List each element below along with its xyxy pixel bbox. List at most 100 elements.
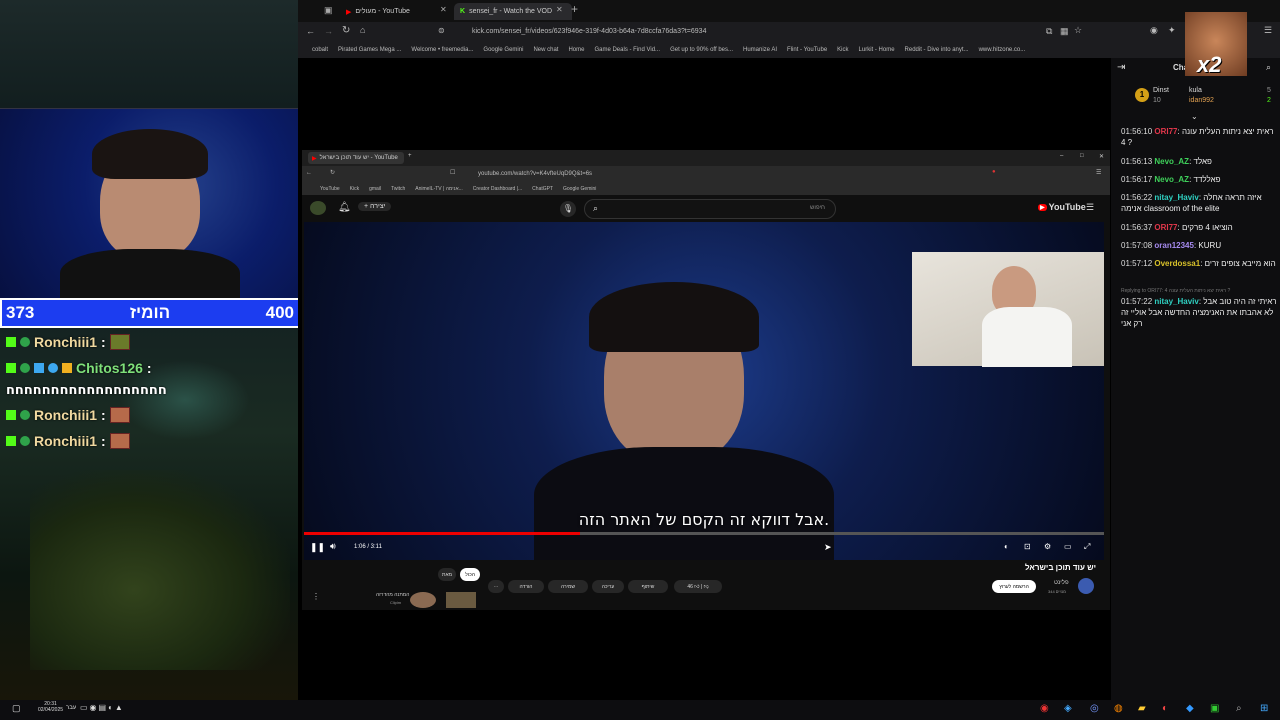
tab-actions-icon[interactable]: ▣ (324, 5, 333, 16)
share-icon[interactable]: ⧉ (1046, 26, 1052, 37)
notification-icon[interactable]: ▢ (12, 703, 21, 714)
browser-tab-bar: ▣ ▶ מעולים - YouTube ✕ K sensei_fr - Wat… (298, 0, 1280, 22)
related-thumbnail (446, 592, 476, 608)
related-title: המתנה מהדרזה (376, 592, 410, 598)
discord-icon[interactable]: ◎ (1090, 703, 1099, 714)
inner-bookmark: Kick (349, 186, 360, 192)
bookmark-item[interactable]: Welcome • freemedia... (411, 47, 473, 53)
share-button: שיתוף (628, 580, 668, 593)
vpn-icon[interactable]: ◆ (1186, 703, 1194, 714)
message-time: 01:56:22 (1121, 193, 1153, 202)
youtube-search-box: ⌕ חיפוש (584, 199, 836, 219)
start-icon[interactable]: ⊞ (1260, 703, 1268, 714)
bookmark-item[interactable]: Get up to 90% off bes... (670, 47, 733, 53)
app2-icon[interactable]: ▣ (1210, 703, 1219, 714)
score-bar: 373 הומיז 400 (0, 298, 300, 328)
bookmark-item[interactable]: Home (568, 47, 584, 53)
bookmark-item[interactable]: Flint - YouTube (787, 47, 827, 53)
folder-icon[interactable]: ▰ (1138, 703, 1146, 714)
chat-message: 01:56:37 ORI77: הוציאו 4 פרקים (1121, 223, 1233, 232)
leaderboard-count: 10 (1153, 97, 1161, 104)
close-tab-icon[interactable]: ✕ (440, 5, 447, 14)
chat-message: 01:56:17 Nevo_AZ: פאללדד (1121, 175, 1221, 184)
message-time: 01:56:10 (1121, 127, 1153, 136)
tab-youtube[interactable]: ▶ מעולים - YouTube (340, 3, 444, 20)
video-details: יש עוד תוכן בישראל פלינט 344 מנויים הרשמ… (302, 560, 1110, 610)
message-user: ORI77 (1154, 127, 1178, 136)
overlay-chat-line: Ronchiii1 : (6, 407, 130, 423)
clock[interactable]: 20:31 02/04/2025 (38, 701, 63, 713)
message-time: 01:57:12 (1121, 259, 1153, 268)
rock-decoration (30, 470, 290, 670)
rank-badge: 1 (1135, 88, 1149, 102)
bookmark-item[interactable]: Humanize AI (743, 47, 777, 53)
settings-icon: ⚙︎ (1044, 542, 1052, 551)
message-user: Overdossa1 (1154, 259, 1201, 268)
inner-reload-icon: ↻ (330, 170, 336, 176)
steam-icon[interactable]: ◈ (1064, 703, 1072, 714)
expand-chevron-icon[interactable]: ⌄ (1191, 112, 1198, 121)
bookmark-item[interactable]: Google Gemini (483, 47, 523, 53)
fullscreen-icon: ⤢ (1084, 542, 1091, 551)
meme-overlay-image: x2 (1185, 12, 1247, 77)
bookmark-item[interactable]: Game Deals - Find Vid... (594, 47, 660, 53)
inner-tab-youtube[interactable]: ▶ יש עוד תוכן בישראל - YouTube (308, 152, 404, 164)
firefox-icon[interactable]: ◍ (1114, 703, 1123, 714)
language-indicator[interactable]: עבר (66, 705, 76, 711)
search-taskbar-icon[interactable]: ⌕ (1236, 703, 1242, 714)
gift-badge-icon (48, 363, 58, 373)
bookmark-item[interactable]: cobalt (312, 47, 328, 53)
sub-badge-icon (20, 363, 30, 373)
bookmark-item[interactable]: www.hitzone.co... (979, 47, 1026, 53)
message-user: nitay_Haviv (1154, 193, 1199, 202)
close-tab-icon[interactable]: ✕ (556, 5, 563, 14)
crown-badge-icon (62, 363, 72, 373)
chat-separator: : (101, 334, 106, 350)
overlay-chat-line: Ronchiii1 : (6, 334, 130, 350)
channel-name: פלינט (1054, 580, 1069, 586)
new-tab-icon[interactable]: + (571, 2, 578, 16)
collapse-chat-icon[interactable]: ⇥ (1117, 62, 1125, 73)
bookmark-item[interactable]: Lurkit - Home (859, 47, 895, 53)
emote-icon (109, 407, 130, 423)
bookmark-item[interactable]: Kick (837, 47, 848, 53)
chat-separator: : (101, 407, 106, 423)
url-field[interactable]: kick.com/sensei_fr/videos/623f946e-319f-… (472, 28, 706, 35)
kick-badge-icon (6, 337, 16, 347)
bookmark-star-icon[interactable]: ☆ (1074, 25, 1082, 36)
menu-icon[interactable]: ☰ (1264, 25, 1272, 36)
bookmark-item[interactable]: Pirated Games Mega ... (338, 47, 401, 53)
more-icon: ⋯ (488, 580, 504, 593)
tab-kick-vod[interactable]: K sensei_fr - Watch the VOD (454, 3, 572, 20)
reload-icon[interactable]: ↻ (342, 25, 350, 36)
home-icon[interactable]: ⌂ (360, 25, 365, 35)
chrome-icon[interactable]: ◐ (1162, 703, 1168, 714)
leaderboard-name: idan992 (1189, 97, 1214, 104)
app-icon[interactable]: ◉ (1040, 703, 1049, 714)
overlay-chat-message: חחחחחחחחחחחחחחחחחח (6, 383, 167, 398)
back-icon[interactable]: ← (306, 26, 315, 36)
message-user: oran12345 (1154, 241, 1194, 250)
screenshot-icon[interactable]: ▦ (1060, 26, 1069, 37)
inner-tab-bar: ▶ יש עוד תוכן בישראל - YouTube + – □ ✕ (302, 150, 1110, 166)
download-button: הורדה (508, 580, 544, 593)
kebab-menu-icon: ⋮ (312, 592, 320, 601)
bookmark-item[interactable]: New chat (533, 47, 558, 53)
tray-icons[interactable]: ▭◉▤◐▲ (80, 703, 125, 712)
chat-message: 01:57:08 oran12345: KURU (1121, 241, 1222, 250)
sub-badge-icon (20, 337, 30, 347)
account-icon[interactable]: ◉ (1150, 25, 1158, 36)
overlay-chat-line: Ronchiii1 : (6, 433, 130, 449)
youtube-favicon-icon: ▶ (346, 8, 352, 16)
chat-username: Ronchiii1 (34, 433, 98, 449)
extensions-icon[interactable]: ✦ (1168, 25, 1176, 36)
chat-search-icon[interactable]: ⌕ (1266, 62, 1271, 73)
message-text: הוציאו 4 פרקים (1181, 223, 1233, 232)
related-channel: Clipim (390, 600, 402, 605)
video-hair (589, 282, 759, 352)
forward-icon[interactable]: → (324, 26, 333, 36)
site-info-icon[interactable]: ⊜ (438, 26, 445, 35)
inner-bookmark: Twitch (391, 186, 406, 192)
shared-screen-browser: ▶ יש עוד תוכן בישראל - YouTube + – □ ✕ ←… (302, 150, 1110, 610)
bookmark-item[interactable]: Reddit - Dive into anyt... (905, 47, 969, 53)
